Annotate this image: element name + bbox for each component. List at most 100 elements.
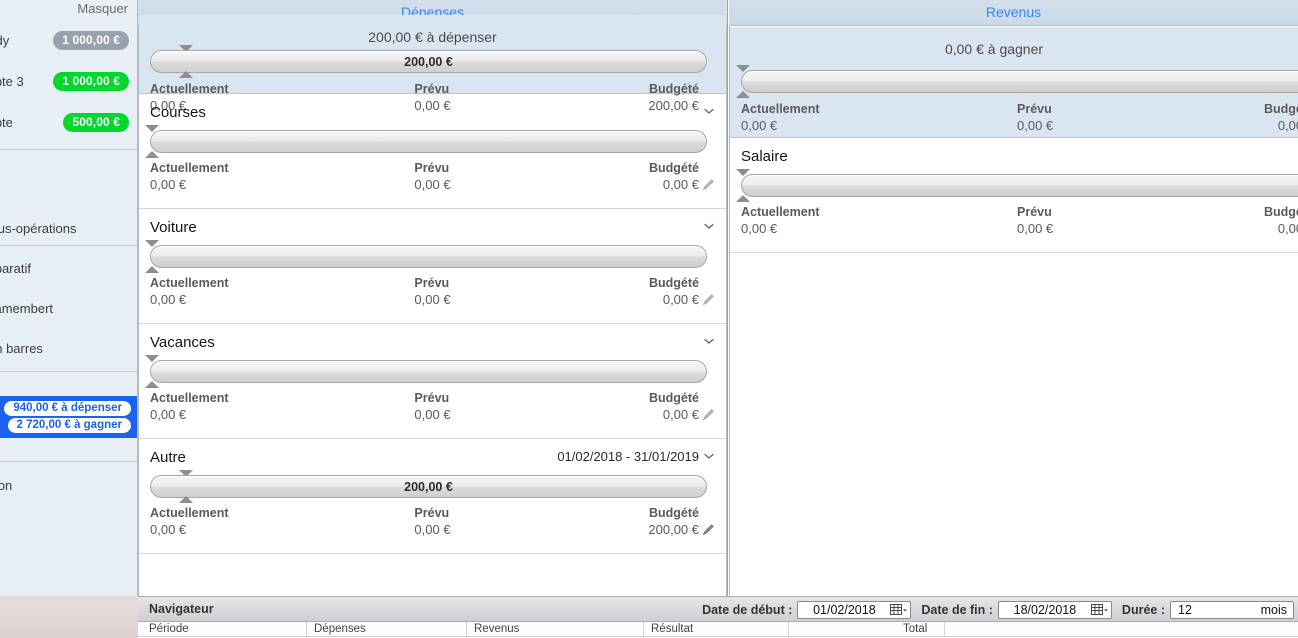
category-slider[interactable]	[736, 169, 1298, 202]
column-divider	[788, 622, 789, 637]
table-column-total[interactable]: Total	[903, 622, 927, 637]
figure-planned: Prévu 0,00 €	[414, 391, 450, 423]
sidebar-account-badge: 500,00 €	[63, 112, 129, 132]
sidebar-item-label: en barres	[0, 341, 43, 356]
revenue-column-header: Revenus	[729, 0, 1298, 26]
edit-pencil-icon[interactable]	[702, 408, 715, 421]
table-column-revenus[interactable]: Revenus	[474, 622, 519, 637]
navigator-toolbar: Navigateur Date de début : 01/02/2018 Da…	[138, 596, 1298, 622]
sidebar-account-row[interactable]: mpte 3 1 000,00 €	[0, 61, 137, 101]
figure-value: 0,00 €	[662, 292, 699, 307]
figure-label: Prévu	[414, 391, 450, 405]
category-slider[interactable]	[145, 355, 715, 388]
expense-category-autre: Autre 01/02/2018 - 31/01/2019 200,00 € A…	[139, 439, 726, 554]
end-date-input[interactable]: 18/02/2018	[997, 601, 1112, 619]
edit-pencil-icon[interactable]	[702, 178, 715, 191]
figure-label: Prévu	[414, 276, 450, 290]
table-column-resultat[interactable]: Résultat	[651, 622, 693, 637]
figure-actual: Actuellement 0,00 €	[741, 102, 820, 134]
results-table-header: Période Dépenses Revenus Résultat Total	[138, 622, 1298, 637]
figure-value: 0,00 €	[150, 177, 187, 192]
duration-value: 12	[1178, 603, 1192, 617]
figure-budgeted: Budgété 200,00 €	[648, 506, 699, 538]
chevron-down-icon[interactable]	[703, 335, 715, 347]
category-date-range[interactable]: 01/02/2018 - 31/01/2019	[557, 449, 699, 464]
category-title: Autre	[150, 448, 186, 466]
slider-lower-marker-icon	[179, 496, 193, 503]
expenses-summary-slider[interactable]: 200,00 €	[150, 45, 715, 78]
category-title: Salaire	[741, 147, 788, 165]
figure-actual: Actuellement 0,00 €	[741, 205, 820, 237]
category-slider[interactable]	[145, 125, 715, 158]
category-slider[interactable]: 200,00 €	[150, 470, 715, 503]
to-spend-badge: 940,00 € à dépenser	[4, 401, 131, 416]
sidebar-item-ation[interactable]: ation	[0, 478, 121, 493]
figure-label: Budgété	[649, 276, 699, 290]
category-title: Vacances	[150, 333, 215, 351]
expenses-list: 200,00 € à dépenser 200,00 € Actuellemen…	[138, 15, 727, 596]
revenue-summary-slider[interactable]	[736, 65, 1298, 98]
category-slider[interactable]	[145, 240, 715, 273]
slider-track[interactable]	[741, 174, 1298, 197]
end-date-label: Date de fin :	[921, 603, 993, 617]
revenue-panel: Revenus 0,00 € à gagner Actuellement 0,0…	[729, 0, 1298, 596]
edit-pencil-icon[interactable]	[702, 293, 715, 306]
revenue-summary-figures: Actuellement 0,00 € Prévu 0,00 € Budgété…	[741, 102, 1298, 136]
figure-planned: Prévu 0,00 €	[414, 161, 450, 193]
slider-lower-marker-icon	[179, 71, 193, 78]
sidebar-item-sous-operations[interactable]: sous-opérations	[0, 221, 121, 236]
figure-budgeted: Budgété 0,00 €	[1264, 102, 1298, 134]
expenses-panel: Dépenses 200,00 € à dépenser 200,00 € Ac…	[138, 0, 728, 596]
figure-planned: Prévu 0,00 €	[1017, 102, 1053, 134]
chevron-down-icon[interactable]	[703, 450, 715, 462]
column-divider	[306, 622, 307, 637]
sidebar-item-label: ation	[0, 478, 13, 493]
start-date-input[interactable]: 01/02/2018	[797, 601, 912, 619]
figure-actual: Actuellement 0,00 €	[150, 276, 229, 308]
calendar-icon[interactable]	[890, 604, 908, 617]
figure-label: Prévu	[414, 161, 450, 175]
calendar-icon[interactable]	[1090, 604, 1108, 617]
figure-value: 0,00 €	[1277, 118, 1298, 133]
slider-lower-marker-icon	[145, 266, 159, 273]
slider-track[interactable]	[741, 70, 1298, 93]
duration-label: Durée :	[1121, 603, 1165, 617]
start-date-control: Date de début : 01/02/2018	[702, 601, 912, 619]
figure-value: 0,00 €	[741, 221, 778, 236]
sidebar-item-en-barres[interactable]: en barres	[0, 341, 125, 356]
navigator-title: Navigateur	[149, 602, 214, 616]
slider-value: 200,00 €	[404, 54, 453, 69]
category-figures: Actuellement 0,00 € Prévu 0,00 € Budgété…	[150, 391, 715, 425]
slider-lower-marker-icon	[145, 381, 159, 388]
figure-label: Prévu	[1017, 205, 1052, 219]
edit-pencil-icon[interactable]	[702, 523, 715, 536]
chevron-down-icon[interactable]	[703, 105, 715, 117]
category-figures: Actuellement 0,00 € Prévu 0,00 € Budgété…	[150, 276, 715, 310]
slider-track[interactable]: 200,00 €	[150, 50, 707, 73]
revenue-category-salaire: Salaire Actuellement 0,00 € Prévu 0,00 €…	[730, 138, 1298, 253]
slider-track[interactable]	[150, 130, 707, 153]
figure-value: 200,00 €	[648, 522, 699, 537]
sidebar-account-row[interactable]: ardy 1 000,00 €	[0, 20, 137, 60]
figure-planned: Prévu 0,00 €	[414, 506, 450, 538]
figure-budgeted: Budgété 0,00 €	[1264, 205, 1298, 237]
sidebar-divider	[0, 461, 137, 462]
figure-label: Prévu	[1017, 102, 1052, 116]
sidebar-item-comparatif[interactable]: mparatif	[0, 261, 121, 276]
duration-input[interactable]: 12 mois	[1170, 601, 1294, 619]
table-column-depenses[interactable]: Dépenses	[314, 622, 366, 637]
slider-track[interactable]	[150, 360, 707, 383]
sidebar-item-selected-budget[interactable]: 940,00 € à dépenser 2 720,00 € à gagner	[0, 396, 137, 438]
figure-label: Actuellement	[150, 391, 229, 405]
figure-actual: Actuellement 0,00 €	[150, 506, 229, 538]
figure-label: Budgété	[1264, 102, 1298, 116]
slider-track[interactable]: 200,00 €	[150, 475, 707, 498]
sidebar-account-name: ardy	[0, 32, 10, 48]
table-column-periode[interactable]: Période	[149, 622, 189, 637]
chevron-down-icon[interactable]	[703, 220, 715, 232]
sidebar-item-camembert[interactable]: camembert	[0, 301, 125, 316]
hide-link[interactable]: Masquer	[77, 1, 128, 16]
sidebar-account-row[interactable]: mpte 500,00 €	[0, 102, 137, 142]
slider-track[interactable]	[150, 245, 707, 268]
category-figures: Actuellement 0,00 € Prévu 0,00 € Budgété…	[150, 506, 715, 540]
